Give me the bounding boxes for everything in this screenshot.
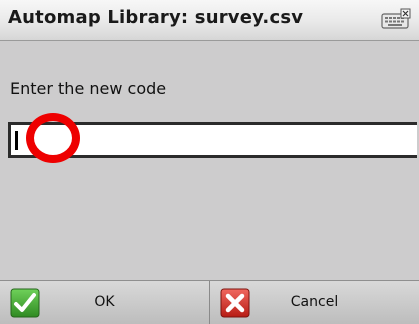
cancel-label: Cancel [290, 294, 339, 310]
button-bar: OK Cancel [0, 280, 419, 324]
keyboard-icon[interactable] [381, 8, 411, 30]
prompt-label: Enter the new code [10, 79, 167, 98]
cancel-button[interactable]: Cancel [210, 281, 419, 324]
ok-button[interactable]: OK [0, 281, 210, 324]
title-bar: Automap Library: survey.csv [0, 0, 419, 41]
window-title: Automap Library: survey.csv [8, 7, 304, 28]
text-caret [15, 131, 18, 150]
highlight-circle [26, 113, 80, 163]
ok-label: OK [94, 294, 115, 310]
dialog-window: Automap Library: survey.csv Enter the ne… [0, 0, 419, 324]
